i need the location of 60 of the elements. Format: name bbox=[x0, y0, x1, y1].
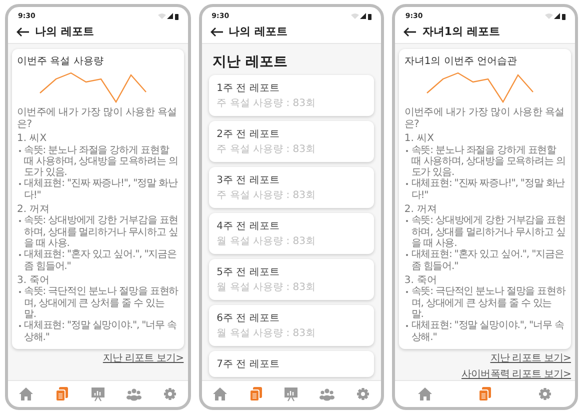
word-heading: 3. 죽어 bbox=[404, 274, 438, 286]
bullet-text: 대체표현: "혼자 있고 싶어.", "지금은 좀 힘들어." bbox=[24, 249, 178, 272]
report-list-item[interactable]: 2주 전 레포트 주 욕설 사용량 : 83회 bbox=[208, 121, 374, 162]
list-heading: 지난 레포트 bbox=[212, 53, 289, 71]
home-icon[interactable] bbox=[18, 386, 34, 402]
report-list-item[interactable]: 1주 전 레포트 주 욕설 사용량 : 83회 bbox=[208, 75, 374, 116]
chart-board-icon[interactable] bbox=[283, 386, 300, 402]
screen-title: 나의 레포트 bbox=[228, 24, 288, 39]
documents-icon[interactable] bbox=[248, 386, 264, 402]
report-link[interactable]: 사이버폭력 리포트 보기> bbox=[461, 366, 572, 380]
question-text: 이번주에 내가 가장 많이 사용한 욕설은? bbox=[17, 107, 178, 130]
status-icons bbox=[545, 12, 568, 20]
screen-title: 자녀1의 레포트 bbox=[422, 24, 500, 39]
bullet-text: 대체표현: "정말 실망이야.", "너무 속상해." bbox=[411, 320, 565, 343]
bullet-text: 속뜻: 분노나 좌절을 강하게 표현할 때 사용하며, 상대방을 모욕하려는 의도가 있음. bbox=[24, 144, 179, 178]
report-list-item[interactable]: 3주 전 레포트 주 욕설 사용량 : 83회 bbox=[208, 167, 374, 208]
documents-icon[interactable] bbox=[477, 386, 494, 402]
back-arrow-icon[interactable] bbox=[210, 26, 224, 36]
settings-icon[interactable] bbox=[355, 386, 372, 402]
word-heading: 1. 씨X bbox=[17, 133, 48, 144]
question-text: 이번주에 내가 가장 많이 사용한 욕설은? bbox=[404, 107, 566, 130]
word-heading: 2. 꺼져 bbox=[17, 204, 51, 216]
bullet-icon bbox=[406, 325, 408, 328]
bullet-icon bbox=[406, 183, 408, 186]
report-link[interactable]: 지난 리포트 보기> bbox=[102, 350, 184, 365]
bullet-text: 속뜻: 상대방에게 강한 거부감을 표현하며, 상대를 멀리하거나 무시하고 싶을 때 사용. bbox=[24, 215, 179, 250]
bullet-text: 속뜻: 상대방에게 강한 거부감을 표현하며, 상대를 멀리하거나 무시하고 싶을 때 사용. bbox=[411, 215, 566, 250]
home-icon[interactable] bbox=[417, 386, 434, 402]
word-heading: 2. 꺼져 bbox=[404, 204, 438, 216]
report-list-item[interactable]: 5주 전 레포트 월 욕설 사용량 : 83회 bbox=[208, 259, 374, 300]
settings-icon[interactable] bbox=[537, 386, 554, 402]
bullet-icon bbox=[406, 254, 408, 256]
bullet-text: 속뜻: 극단적인 분노나 절망을 표현하며, 상대에게 큰 상처를 줄 수 있는 말. bbox=[24, 286, 179, 320]
bullet-text: 속뜻: 분노나 좌절을 강하게 표현할 때 사용하며, 상대방을 모욕하려는 의도가 있음. bbox=[411, 144, 566, 178]
card-title: 자녀1의 이번주 언어습관 bbox=[404, 55, 518, 68]
status-icons bbox=[158, 12, 180, 20]
bullet-text: 속뜻: 극단적인 분노나 절망을 표현하며, 상대에게 큰 상처를 줄 수 있는 말. bbox=[411, 286, 566, 320]
screen-title: 나의 레포트 bbox=[35, 24, 94, 39]
status-icons bbox=[351, 12, 374, 20]
word-heading: 1. 씨X bbox=[404, 133, 435, 144]
report-list-item[interactable]: 4주 전 레포트 월 욕설 사용량 : 83회 bbox=[208, 213, 374, 254]
bullet-text: 대체표현: "혼자 있고 싶어.", "지금은 좀 힘들어." bbox=[411, 249, 565, 272]
bullet-text: 대체표현: "진짜 짜증나!", "정말 화난다!" bbox=[411, 178, 566, 201]
card-title: 이번주 욕설 사용량 bbox=[17, 55, 104, 68]
bullet-text: 대체표현: "정말 실망이야.", "너무 속상해." bbox=[24, 320, 178, 343]
report-list-item[interactable]: 6주 전 레포트 월 욕설 사용량 : 83회 bbox=[208, 305, 374, 346]
group-icon[interactable] bbox=[126, 386, 142, 402]
settings-icon[interactable] bbox=[162, 386, 178, 402]
bullet-text: 대체표현: "진짜 짜증나!", "정말 화난다!" bbox=[24, 178, 179, 201]
word-heading: 3. 죽어 bbox=[17, 274, 51, 286]
report-list-item[interactable]: 7주 전 레포트 bbox=[208, 351, 374, 377]
group-icon[interactable] bbox=[319, 386, 336, 402]
bullet-icon bbox=[406, 291, 408, 294]
back-arrow-icon[interactable] bbox=[16, 26, 30, 36]
documents-icon[interactable] bbox=[54, 386, 70, 402]
home-icon[interactable] bbox=[212, 386, 228, 402]
report-link[interactable]: 지난 리포트 보기> bbox=[490, 350, 572, 365]
chart-board-icon[interactable] bbox=[90, 386, 106, 402]
back-arrow-icon[interactable] bbox=[403, 26, 418, 36]
bullet-icon bbox=[406, 220, 408, 222]
